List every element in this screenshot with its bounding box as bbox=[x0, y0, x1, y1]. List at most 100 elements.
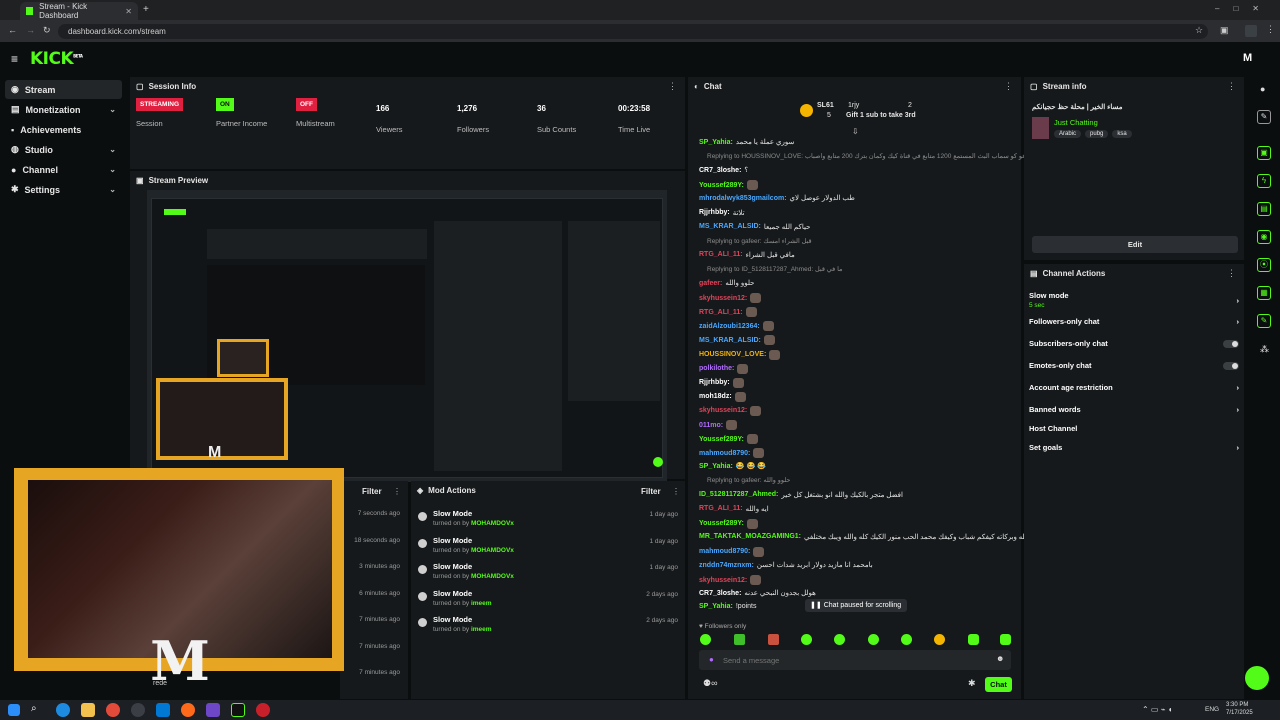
action-banned-words[interactable]: Banned words › bbox=[1029, 405, 1239, 414]
tag[interactable]: Arabic bbox=[1054, 130, 1082, 138]
chat-send-button[interactable]: Chat bbox=[985, 677, 1012, 692]
chat-paused-banner[interactable]: ❚❚ Chat paused for scrolling bbox=[805, 599, 907, 612]
emote-icon[interactable] bbox=[834, 634, 845, 645]
kick-logo[interactable]: KICKBETA bbox=[30, 49, 83, 69]
clock-time[interactable]: 3:30 PM bbox=[1226, 702, 1248, 708]
action-emotes-only[interactable]: Emotes-only chat bbox=[1029, 361, 1239, 370]
chat-username[interactable]: skyhussein12: bbox=[699, 295, 747, 302]
forward-icon[interactable]: → bbox=[26, 25, 35, 35]
chat-username[interactable]: Youssef289Y: bbox=[699, 182, 744, 189]
session-info-menu-icon[interactable]: ⋮ bbox=[668, 81, 677, 92]
pencil-icon[interactable]: ✎ bbox=[1257, 110, 1271, 124]
close-tab-icon[interactable]: ✕ bbox=[125, 7, 132, 16]
pin-icon[interactable]: ⇩ bbox=[852, 127, 859, 136]
action-set-goals[interactable]: Set goals › bbox=[1029, 443, 1239, 452]
emote-icon[interactable] bbox=[768, 634, 779, 645]
chat-username[interactable]: polkilothe: bbox=[699, 365, 734, 372]
emote-icon[interactable] bbox=[868, 634, 879, 645]
emoji-picker-icon[interactable]: ☻ bbox=[996, 654, 1004, 663]
chrome-icon[interactable] bbox=[106, 703, 120, 717]
recorder-icon[interactable] bbox=[256, 703, 270, 717]
store-icon[interactable] bbox=[156, 703, 170, 717]
chat-username[interactable]: RTG_ALI_11: bbox=[699, 309, 743, 316]
chat-input[interactable]: ● ☻ bbox=[699, 650, 1011, 670]
chat-username[interactable]: gafeer: bbox=[699, 280, 722, 287]
scan-icon[interactable]: ▣ bbox=[1257, 146, 1271, 160]
emote-icon[interactable] bbox=[934, 634, 945, 645]
tag[interactable]: pubg bbox=[1085, 130, 1109, 138]
sidebar-item-studio[interactable]: ◍ Studio ⌄ bbox=[5, 140, 122, 159]
new-tab-icon[interactable]: + bbox=[143, 4, 149, 15]
emote-icon[interactable] bbox=[700, 634, 711, 645]
sidebar-item-achievements[interactable]: ▪ Achievements bbox=[5, 120, 122, 139]
chat-username[interactable]: Rjjrhbby: bbox=[699, 379, 730, 386]
action-account-age[interactable]: Account age restriction › bbox=[1029, 383, 1239, 392]
chat-username[interactable]: MS_KRAR_ALSID: bbox=[699, 223, 761, 230]
chat-username[interactable]: Youssef289Y: bbox=[699, 436, 744, 443]
chat-username[interactable]: MS_KRAR_ALSID: bbox=[699, 337, 761, 344]
layout-icon[interactable]: ▦ bbox=[1257, 286, 1271, 300]
chat-username[interactable]: MR_TAKTAK_MOAZGAMING1: bbox=[699, 533, 801, 540]
mic-icon[interactable]: ● bbox=[709, 655, 714, 664]
chat-username[interactable]: Youssef289Y: bbox=[699, 520, 744, 527]
chat-username[interactable]: SP_Yahia: bbox=[699, 139, 733, 146]
pets-icon[interactable]: ⁂ bbox=[1260, 344, 1269, 355]
chat-message-field[interactable] bbox=[723, 653, 983, 667]
chat-username[interactable]: znddn74mznxm: bbox=[699, 562, 754, 569]
reload-icon[interactable]: ↻ bbox=[43, 25, 51, 36]
sidebar-item-channel[interactable]: ● Channel ⌄ bbox=[5, 160, 122, 179]
chat-username[interactable]: mahmoud8790: bbox=[699, 548, 750, 555]
edit-stream-info-button[interactable]: Edit bbox=[1032, 236, 1238, 253]
chat-username[interactable]: Rjjrhbby: bbox=[699, 209, 730, 216]
tray-icons[interactable]: ⌃ ▭ ⌁ ◖ bbox=[1142, 705, 1173, 714]
activity-menu-icon[interactable]: ⋮ bbox=[393, 487, 401, 496]
broadcast-icon[interactable]: ⦿ bbox=[1257, 258, 1271, 272]
lightning-icon[interactable]: ϟ bbox=[1257, 174, 1271, 188]
sidebar-item-settings[interactable]: ✱ Settings ⌄ bbox=[5, 180, 122, 199]
profile-icon[interactable] bbox=[1245, 25, 1257, 37]
url-field[interactable]: dashboard.kick.com/stream bbox=[58, 24, 1208, 39]
toggle-switch[interactable] bbox=[1223, 339, 1239, 348]
file-explorer-icon[interactable] bbox=[81, 703, 95, 717]
action-slow-mode[interactable]: Slow mode 5 sec › bbox=[1029, 291, 1239, 309]
chat-icon[interactable]: ◉ bbox=[1257, 230, 1271, 244]
support-fab-icon[interactable] bbox=[1245, 666, 1269, 690]
chat-menu-icon[interactable]: ⋮ bbox=[1004, 81, 1013, 92]
chat-settings-icon[interactable]: ✱ bbox=[968, 678, 976, 689]
bookmark-star-icon[interactable]: ☆ bbox=[1195, 25, 1203, 36]
chat-username[interactable]: ID_5128117287_Ahmed: bbox=[699, 491, 778, 498]
chat-tools-icon[interactable]: ⚉∞ bbox=[703, 678, 717, 689]
window-controls[interactable]: –□✕ bbox=[1215, 4, 1273, 13]
chat-username[interactable]: skyhussein12: bbox=[699, 407, 747, 414]
gift-sub-text[interactable]: Gift 1 sub to take 3rd bbox=[846, 112, 916, 119]
app-icon[interactable] bbox=[131, 703, 145, 717]
emote-icon[interactable] bbox=[968, 634, 979, 645]
clock-date[interactable]: 7/17/2025 bbox=[1226, 710, 1253, 716]
taskbar-search-icon[interactable]: ⌕ bbox=[31, 703, 37, 714]
stream-info-menu-icon[interactable]: ⋮ bbox=[1227, 81, 1236, 92]
chat-username[interactable]: SP_Yahia: bbox=[699, 603, 733, 610]
action-followers-only[interactable]: Followers-only chat › bbox=[1029, 317, 1239, 326]
help-icon[interactable]: ● bbox=[1260, 84, 1265, 94]
extensions-icon[interactable]: ▣ bbox=[1220, 25, 1229, 36]
emote-icon[interactable] bbox=[801, 634, 812, 645]
toggle-switch[interactable] bbox=[1223, 361, 1239, 370]
chat-username[interactable]: CR7_3loshe: bbox=[699, 590, 741, 597]
emote-icon[interactable] bbox=[1000, 634, 1011, 645]
emote-icon[interactable] bbox=[734, 634, 745, 645]
action-subscribers-only[interactable]: Subscribers-only chat bbox=[1029, 339, 1239, 348]
language-indicator[interactable]: ENG bbox=[1205, 706, 1219, 713]
channel-actions-menu-icon[interactable]: ⋮ bbox=[1227, 268, 1236, 279]
mod-filter-button[interactable]: Filter bbox=[641, 487, 661, 496]
category-name[interactable]: Just Chatting bbox=[1054, 118, 1098, 127]
action-host-channel[interactable]: Host Channel bbox=[1029, 424, 1239, 433]
chat-username[interactable]: RTG_ALI_11: bbox=[699, 251, 743, 258]
sidebar-item-stream[interactable]: ◉ Stream bbox=[5, 80, 122, 99]
wrench-icon[interactable]: ✎ bbox=[1257, 314, 1271, 328]
activity-filter-button[interactable]: Filter bbox=[362, 487, 382, 496]
edge-icon[interactable] bbox=[56, 703, 70, 717]
windows-start-icon[interactable] bbox=[8, 704, 20, 716]
user-avatar[interactable]: M bbox=[1243, 52, 1252, 64]
chat-username[interactable]: skyhussein12: bbox=[699, 577, 747, 584]
document-icon[interactable]: ▤ bbox=[1257, 202, 1271, 216]
